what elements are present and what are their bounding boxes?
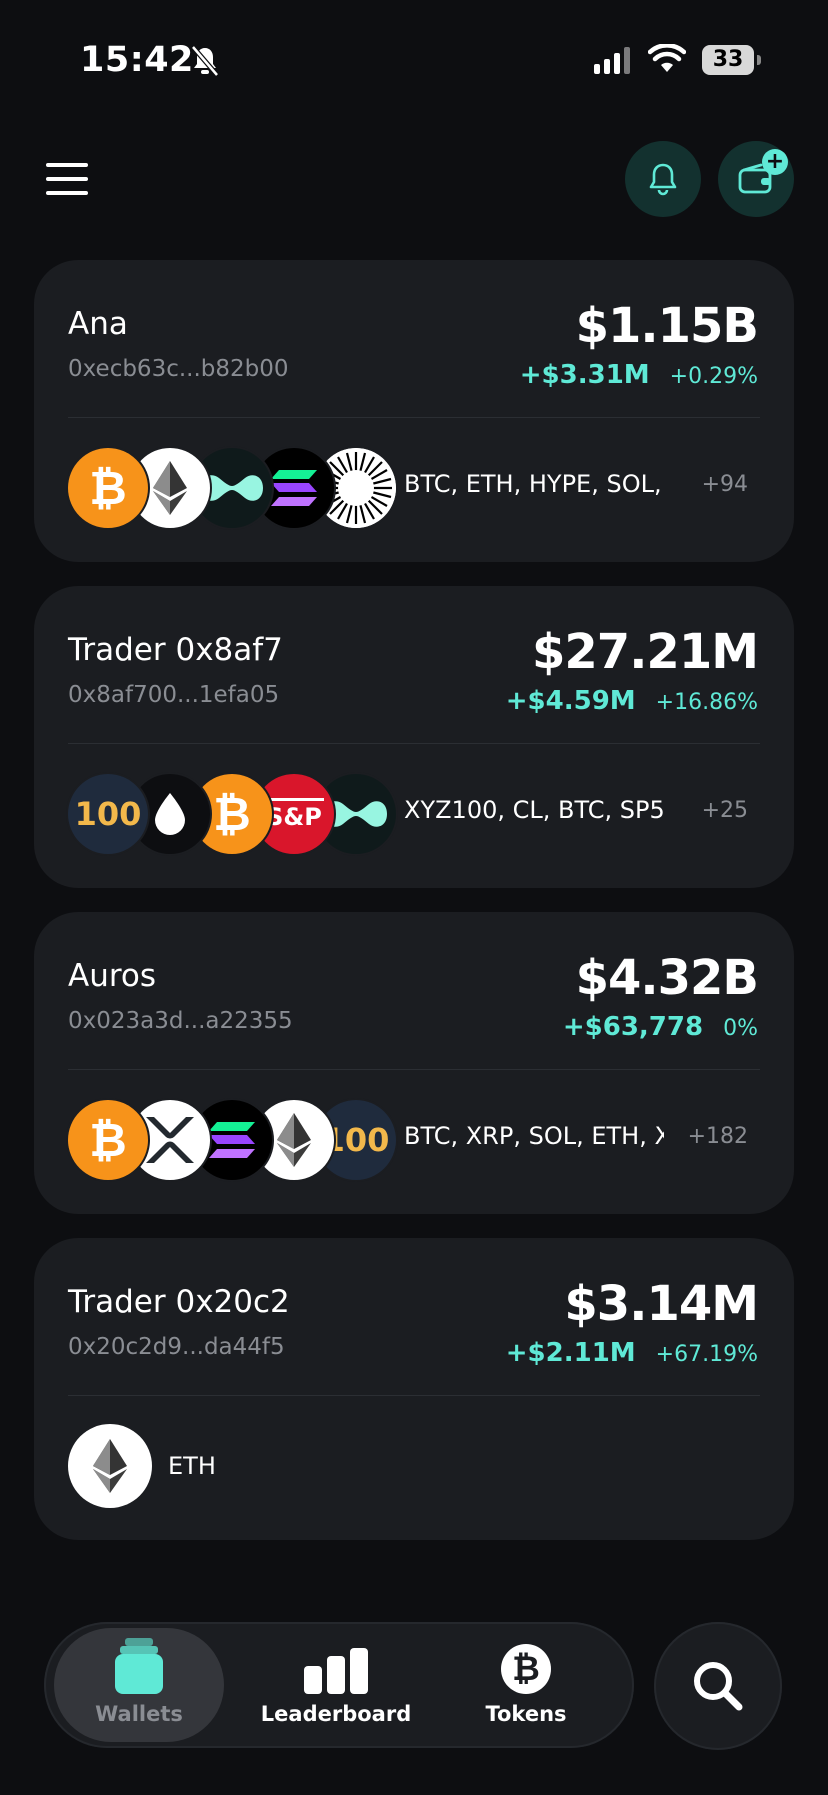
hamburger-icon[interactable] xyxy=(46,163,88,195)
wallet-value: $4.32B xyxy=(575,950,759,1006)
tab-label: Tokens xyxy=(485,1702,567,1726)
bitcoin-coin-icon: ₿ xyxy=(501,1644,551,1694)
wallet-value: $3.14M xyxy=(564,1276,759,1332)
wallet-change: +$2.11M +67.19% xyxy=(506,1338,758,1368)
token-icons: ₿ 100 xyxy=(68,1098,396,1182)
cellular-signal-icon xyxy=(594,46,630,74)
tab-leaderboard[interactable]: Leaderboard xyxy=(261,1628,411,1742)
tokens-list: XYZ100, CL, BTC, SP50... xyxy=(404,796,664,824)
tokens-more-count: +182 xyxy=(687,1124,748,1149)
battery-tip xyxy=(757,55,761,65)
token-icons: ₿ xyxy=(68,446,396,530)
tab-wallets[interactable]: Wallets xyxy=(54,1628,224,1742)
bar-chart-icon xyxy=(304,1648,368,1694)
wallet-card[interactable]: Auros 0x023a3d...a22355 $4.32B +$63,778 … xyxy=(34,912,794,1214)
tokens-list: ETH xyxy=(168,1452,216,1480)
token-row: ETH xyxy=(68,1424,760,1508)
wallet-card[interactable]: Ana 0xecb63c...b82b00 $1.15B +$3.31M +0.… xyxy=(34,260,794,562)
wallet-value: $1.15B xyxy=(575,298,759,354)
xyz100-icon: 100 xyxy=(68,774,148,854)
change-absolute: +$4.59M xyxy=(505,686,636,716)
tokens-more-count: +25 xyxy=(701,798,748,823)
tab-label: Wallets xyxy=(95,1702,183,1726)
wallets-stack-icon xyxy=(115,1638,163,1694)
divider xyxy=(68,417,760,418)
tokens-list: BTC, ETH, HYPE, SOL,... xyxy=(404,470,664,498)
change-percent: +0.29% xyxy=(669,364,758,389)
wallet-value: $27.21M xyxy=(532,624,759,680)
wallet-name: Auros xyxy=(68,958,157,994)
clock: 15:42 xyxy=(80,40,194,80)
btc-icon: ₿ xyxy=(68,1100,148,1180)
wallet-change: +$4.59M +16.86% xyxy=(506,686,758,716)
bell-off-icon xyxy=(191,45,219,77)
change-percent: 0% xyxy=(723,1016,758,1041)
bottom-tab-bar: Wallets Leaderboard ₿ Tokens xyxy=(44,1622,634,1748)
search-button[interactable] xyxy=(654,1622,782,1750)
wallet-change: +$3.31M +0.29% xyxy=(520,360,758,390)
wifi-icon xyxy=(648,44,686,72)
notifications-button[interactable] xyxy=(625,141,701,217)
wallet-address: 0x023a3d...a22355 xyxy=(68,1008,293,1034)
divider xyxy=(68,743,760,744)
bell-icon xyxy=(649,163,677,196)
token-row: ₿ 100 BTC, XRP, SOL, ETH, X... +182 xyxy=(68,1098,760,1182)
wallet-name: Trader 0x20c2 xyxy=(68,1284,290,1320)
token-row: ₿ BTC, ETH, HYPE, SOL,... +94 xyxy=(68,446,760,530)
change-absolute: +$2.11M xyxy=(505,1338,636,1368)
tokens-more-count: +94 xyxy=(701,472,748,497)
change-absolute: +$63,778 xyxy=(562,1012,704,1042)
add-wallet-button[interactable]: + xyxy=(718,141,794,217)
battery-indicator: 33 xyxy=(702,45,754,75)
wallet-address: 0xecb63c...b82b00 xyxy=(68,356,289,382)
token-row: 100 ₿ S&P XYZ100, CL, BTC, SP50... +25 xyxy=(68,772,760,856)
change-percent: +67.19% xyxy=(655,1342,758,1367)
eth-icon xyxy=(68,1424,152,1508)
wallet-address: 0x20c2d9...da44f5 xyxy=(68,1334,285,1360)
search-icon xyxy=(694,1662,743,1711)
wallet-name: Ana xyxy=(68,306,128,342)
status-bar: 15:42 33 xyxy=(0,0,828,120)
plus-icon: + xyxy=(762,149,788,175)
tab-label: Leaderboard xyxy=(260,1702,412,1726)
tab-tokens[interactable]: ₿ Tokens xyxy=(476,1628,576,1742)
change-percent: +16.86% xyxy=(655,690,758,715)
divider xyxy=(68,1069,760,1070)
wallet-card[interactable]: Trader 0x20c2 0x20c2d9...da44f5 $3.14M +… xyxy=(34,1238,794,1540)
wallet-change: +$63,778 0% xyxy=(563,1012,758,1042)
wallet-address: 0x8af700...1efa05 xyxy=(68,682,280,708)
divider xyxy=(68,1395,760,1396)
change-absolute: +$3.31M xyxy=(519,360,650,390)
token-icons: 100 ₿ S&P xyxy=(68,772,396,856)
wallet-name: Trader 0x8af7 xyxy=(68,632,283,668)
tokens-list: BTC, XRP, SOL, ETH, X... xyxy=(404,1122,664,1150)
btc-icon: ₿ xyxy=(68,448,148,528)
wallet-card[interactable]: Trader 0x8af7 0x8af700...1efa05 $27.21M … xyxy=(34,586,794,888)
